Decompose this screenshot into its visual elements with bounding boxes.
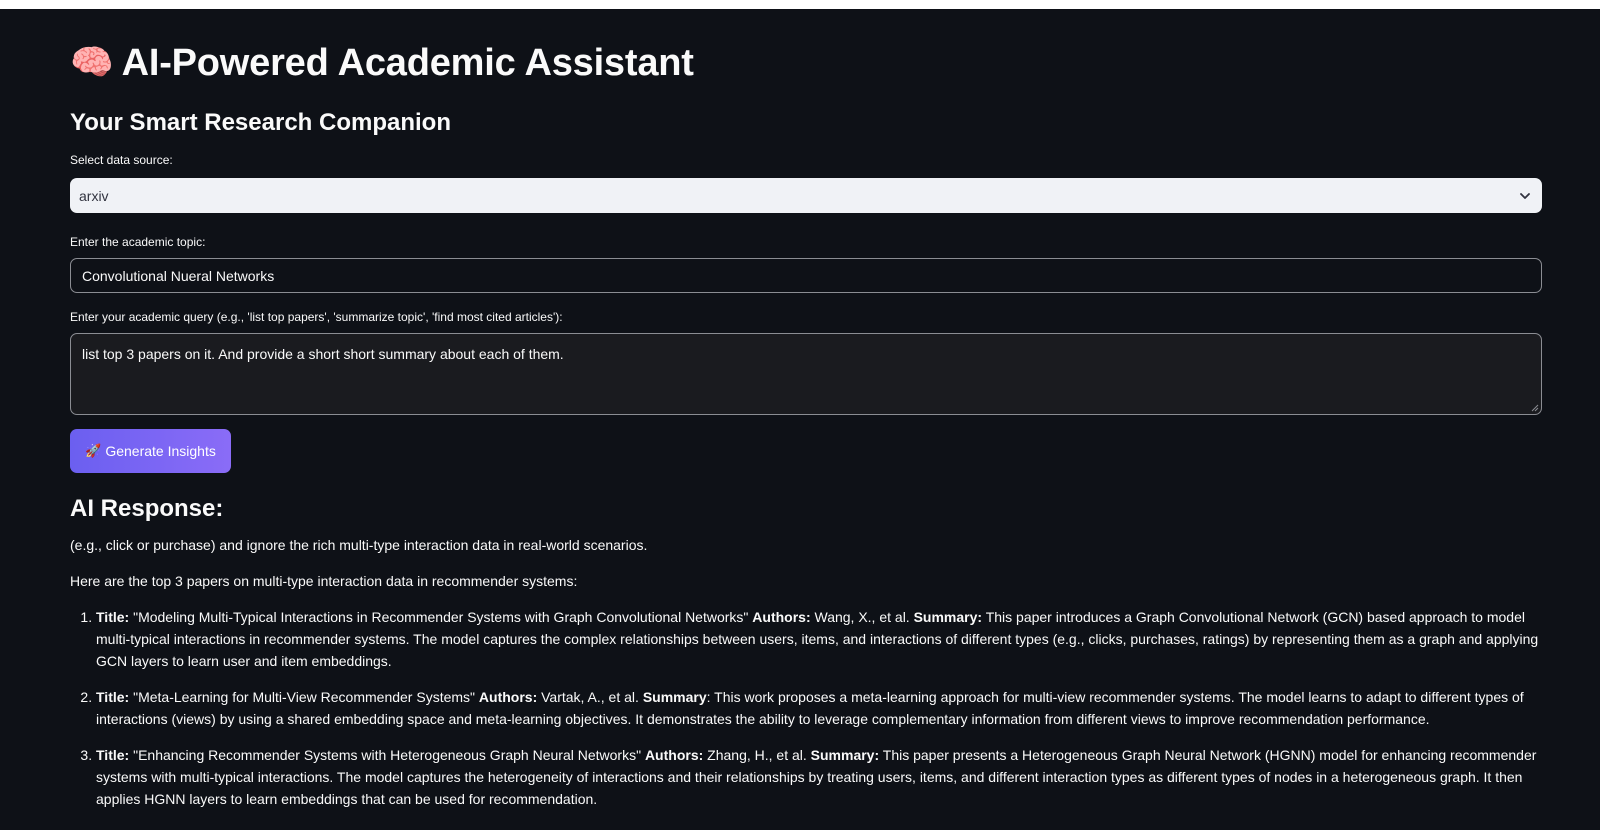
authors-label: Authors: xyxy=(644,747,704,763)
top-bar xyxy=(0,0,1600,9)
authors-label: Authors: xyxy=(752,609,811,625)
paper-title: "Meta-Learning for Multi-View Recommende… xyxy=(133,689,476,705)
query-text: list top 3 papers on it. And provide a s… xyxy=(82,346,564,362)
page-subtitle: Your Smart Research Companion xyxy=(70,109,451,136)
title-label: Title: xyxy=(96,689,130,705)
generate-insights-button[interactable]: 🚀 Generate Insights xyxy=(70,429,231,473)
paper-title: "Modeling Multi-Typical Interactions in … xyxy=(133,609,749,625)
data-source-select[interactable]: arxiv xyxy=(70,178,1542,213)
list-item: Title: "Modeling Multi-Typical Interacti… xyxy=(96,606,1542,672)
resize-grip-icon[interactable] xyxy=(1531,404,1539,412)
title-label: Title: xyxy=(96,747,130,763)
page-title-row: 🧠 AI-Powered Academic Assistant xyxy=(70,40,1542,86)
query-label: Enter your academic query (e.g., 'list t… xyxy=(70,310,563,324)
paper-authors: Vartak, A., et al. xyxy=(541,689,639,705)
summary-label: Summary xyxy=(642,689,707,705)
data-source-value: arxiv xyxy=(79,187,109,204)
chevron-down-icon[interactable] xyxy=(1518,189,1532,203)
title-label: Title: xyxy=(96,609,130,625)
topic-label: Enter the academic topic: xyxy=(70,235,206,249)
data-source-label: Select data source: xyxy=(70,153,173,167)
query-textarea[interactable]: list top 3 papers on it. And provide a s… xyxy=(70,333,1542,415)
paper-authors: Zhang, H., et al. xyxy=(707,747,807,763)
brain-icon: 🧠 xyxy=(70,43,114,83)
rocket-icon: 🚀 xyxy=(85,443,102,459)
page-title: AI-Powered Academic Assistant xyxy=(121,42,694,84)
summary-label: Summary: xyxy=(913,609,983,625)
generate-insights-label: Generate Insights xyxy=(105,443,216,459)
main-content: 🧠 AI-Powered Academic Assistant Your Sma… xyxy=(70,9,1542,824)
papers-list: Title: "Modeling Multi-Typical Interacti… xyxy=(70,606,1542,810)
response-intro-2: Here are the top 3 papers on multi-type … xyxy=(70,573,578,589)
response-intro-1: (e.g., click or purchase) and ignore the… xyxy=(70,537,648,553)
response-heading: AI Response: xyxy=(70,495,224,522)
authors-label: Authors: xyxy=(478,689,538,705)
summary-label: Summary: xyxy=(810,747,880,763)
list-item: Title: "Enhancing Recommender Systems wi… xyxy=(96,744,1542,810)
list-item: Title: "Meta-Learning for Multi-View Rec… xyxy=(96,686,1542,730)
paper-authors: Wang, X., et al. xyxy=(814,609,910,625)
paper-title: "Enhancing Recommender Systems with Hete… xyxy=(133,747,642,763)
topic-input[interactable]: Convolutional Nueral Networks xyxy=(70,258,1542,293)
